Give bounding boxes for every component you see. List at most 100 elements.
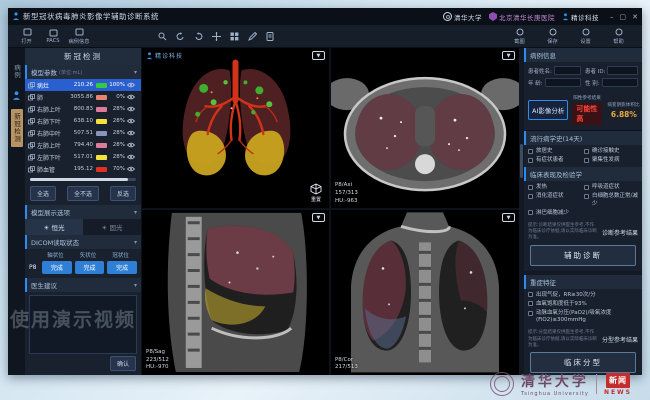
color-swatch[interactable] — [96, 155, 107, 160]
viewport-menu-button[interactable]: ▼ — [502, 51, 515, 60]
checkbox-item[interactable]: 血氧饱和度低于93% — [528, 301, 638, 308]
maximize-button[interactable]: ▢ — [620, 13, 627, 21]
checkbox-item[interactable]: 有症状患者 — [528, 157, 582, 164]
toolbar-button[interactable]: PACS — [40, 29, 66, 44]
checkbox-item[interactable]: 出现气促，RR≥30次/分 — [528, 292, 638, 299]
checkbox-item[interactable]: 呼吸道症状 — [584, 184, 638, 191]
checkbox-item[interactable]: 消化道症状 — [528, 193, 582, 207]
color-swatch[interactable] — [96, 95, 107, 100]
rail-tab-covid-detect[interactable]: 新冠检测 — [11, 109, 23, 147]
chevron-down-icon[interactable]: ▾ — [134, 69, 137, 76]
checkbox[interactable] — [528, 194, 533, 199]
case-info-input[interactable] — [602, 78, 638, 87]
toolbar-button[interactable]: 打开 — [14, 28, 40, 45]
chevron-down-icon[interactable]: ▾ — [134, 239, 137, 246]
checkbox[interactable] — [584, 158, 589, 163]
toolbar-button[interactable]: 帮助 — [606, 28, 632, 45]
checkbox-item[interactable]: 白细胞总数正常/减少 — [584, 193, 638, 207]
model-row[interactable]: 右肺下叶 638.10 28% — [25, 115, 141, 127]
model-row[interactable]: 肺 3055.86 0% — [25, 91, 141, 103]
eye-icon[interactable] — [127, 154, 135, 160]
model-row[interactable]: 右肺上叶 800.83 28% — [25, 103, 141, 115]
layout-grid-icon[interactable] — [230, 32, 239, 41]
select-button[interactable]: 全不选 — [67, 186, 99, 201]
pan-icon[interactable] — [212, 32, 221, 41]
checkbox[interactable] — [584, 185, 589, 190]
eye-icon[interactable] — [127, 142, 135, 148]
checkbox[interactable] — [528, 149, 533, 154]
confirm-button[interactable]: 确认 — [110, 356, 136, 371]
checkbox[interactable] — [584, 194, 589, 199]
checkbox-item[interactable]: 淋巴细胞减少 — [528, 210, 582, 217]
rail-person-icon[interactable] — [12, 91, 21, 101]
checkbox-item[interactable]: 确诊接触史 — [584, 148, 638, 155]
opacity-slider[interactable] — [30, 178, 136, 181]
zoom-icon[interactable] — [158, 32, 167, 41]
lighting-tab-fixed[interactable]: ☀ 固光 — [83, 219, 141, 235]
eye-icon[interactable] — [127, 130, 135, 136]
model-row[interactable]: 左肺下叶 517.01 28% — [25, 151, 141, 163]
right-panel-scrollbar[interactable] — [519, 48, 524, 375]
checkbox-item[interactable]: 动脉血氧分压(PaO2)/吸氧浓度(FiO2)≤300mmHg — [528, 310, 638, 324]
toolbar-button[interactable]: 设置 — [573, 28, 599, 45]
chevron-down-icon[interactable]: ▾ — [134, 282, 137, 289]
model-row[interactable]: 肺血管 195.12 70% — [25, 163, 141, 175]
checkbox[interactable] — [528, 158, 533, 163]
eye-icon[interactable] — [127, 166, 135, 172]
viewport-menu-button[interactable]: ▼ — [312, 51, 325, 60]
model-row[interactable]: 病灶 210.26 100% — [25, 79, 141, 91]
case-info-input[interactable] — [545, 78, 581, 87]
viewport-coronal[interactable]: ▼ P8/Cor217/513 — [331, 210, 519, 375]
model-params-header[interactable]: 模型参数 (单位:mL) ▾ — [25, 65, 141, 79]
display-options-header[interactable]: 模型展示选项 ▾ — [25, 205, 141, 219]
case-info-input[interactable] — [554, 66, 581, 75]
toolbar-button[interactable]: 截图 — [507, 28, 533, 45]
dicom-done-axial[interactable]: 完成 — [42, 261, 72, 274]
checkbox[interactable] — [528, 185, 533, 190]
chevron-down-icon[interactable]: ▾ — [134, 209, 137, 216]
toolbar-button[interactable]: 保存 — [540, 28, 566, 45]
eye-icon[interactable] — [127, 82, 135, 88]
doctor-advice-textarea[interactable] — [29, 295, 137, 354]
reset-view-button[interactable]: 重置 — [310, 183, 322, 203]
dicom-done-sagittal[interactable]: 完成 — [75, 261, 105, 274]
viewport-axial[interactable]: ▼ P8/Axi157/313HU:-963 — [331, 48, 519, 208]
lighting-tab-headlight[interactable]: ☀ 恒光 — [25, 219, 83, 235]
report-icon[interactable] — [266, 32, 274, 41]
color-swatch[interactable] — [96, 167, 107, 172]
minimize-button[interactable]: – — [610, 13, 614, 21]
viewport-menu-button[interactable]: ▼ — [312, 213, 325, 222]
checkbox[interactable] — [528, 301, 533, 306]
model-row[interactable]: 右肺中叶 507.51 28% — [25, 127, 141, 139]
viewport-sagittal[interactable]: ▼ P8/Sag223/512HU:-970 — [142, 210, 329, 375]
color-swatch[interactable] — [96, 83, 107, 88]
scrollbar-thumb[interactable] — [520, 144, 523, 178]
rotate-right-icon[interactable] — [194, 32, 203, 41]
toolbar-button[interactable]: 病例信息 — [66, 28, 92, 45]
case-info-input[interactable] — [607, 66, 638, 75]
color-swatch[interactable] — [96, 131, 107, 136]
dicom-done-coronal[interactable]: 完成 — [107, 261, 137, 274]
checkbox-item[interactable]: 发热 — [528, 184, 582, 191]
select-button[interactable]: 反选 — [110, 186, 136, 201]
model-row[interactable]: 左肺上叶 794.40 28% — [25, 139, 141, 151]
viewport-3d-render[interactable]: 精诊科技 ▼ 重置 — [142, 48, 329, 208]
select-button[interactable]: 全选 — [30, 186, 56, 201]
rail-tab-case[interactable]: 病例 — [11, 60, 23, 83]
checkbox[interactable] — [528, 292, 533, 297]
close-button[interactable]: ✕ — [632, 13, 638, 21]
checkbox-item[interactable]: 旅居史 — [528, 148, 582, 155]
eye-icon[interactable] — [127, 106, 135, 112]
annotate-icon[interactable] — [248, 32, 257, 41]
checkbox[interactable] — [528, 210, 533, 215]
checkbox[interactable] — [584, 149, 589, 154]
ai-analysis-button[interactable]: AI影像分析 — [528, 100, 568, 120]
viewport-menu-button[interactable]: ▼ — [502, 213, 515, 222]
color-swatch[interactable] — [96, 107, 107, 112]
checkbox[interactable] — [528, 311, 533, 316]
doctor-advice-header[interactable]: 医生建议 ▾ — [25, 278, 141, 292]
eye-icon[interactable] — [127, 94, 135, 100]
eye-icon[interactable] — [127, 118, 135, 124]
color-swatch[interactable] — [96, 143, 107, 148]
dicom-status-header[interactable]: DICOM读取状态 ▾ — [25, 235, 141, 249]
